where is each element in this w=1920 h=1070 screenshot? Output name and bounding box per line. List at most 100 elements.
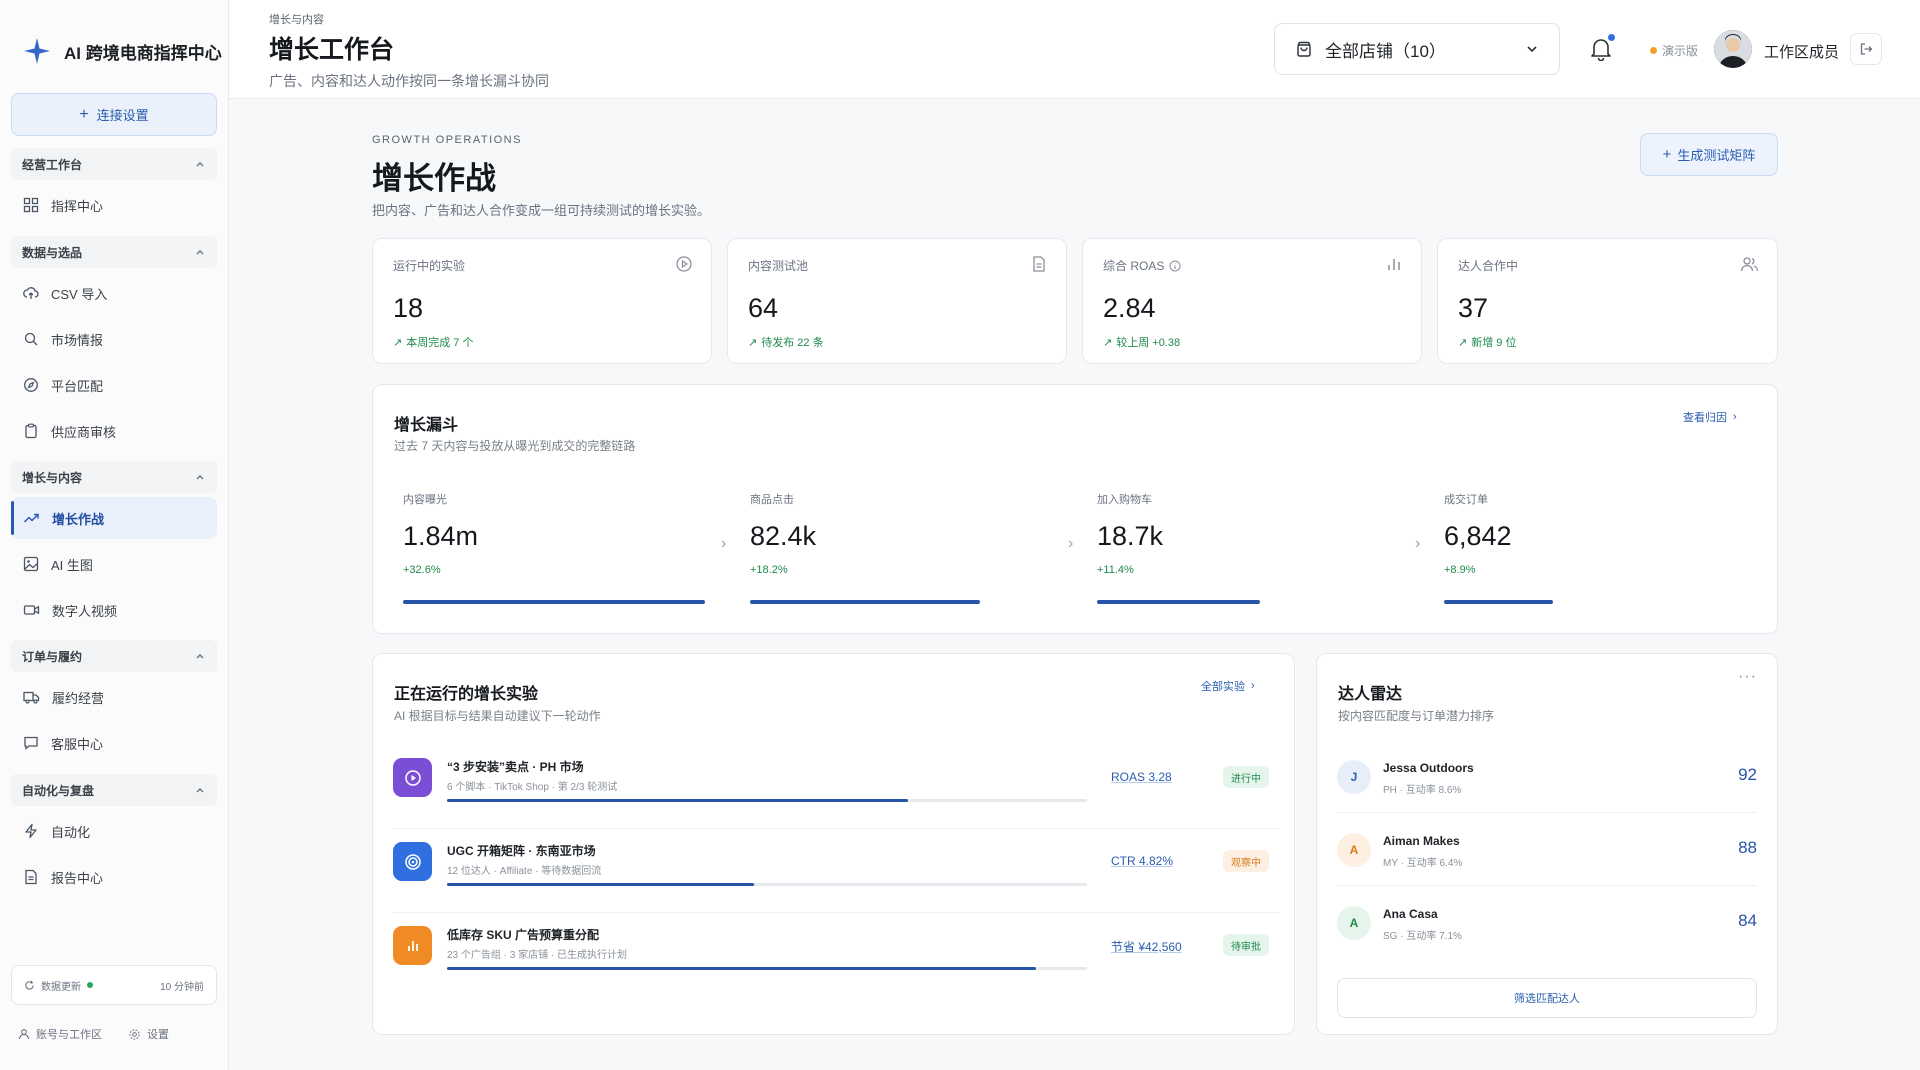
zap-icon	[25, 823, 37, 839]
radar-subtitle: 按内容匹配度与订单潜力排序	[1338, 709, 1495, 723]
funnel-step-label: 内容曝光	[403, 494, 447, 506]
sidebar-item-csv-import[interactable]: CSV 导入	[11, 272, 217, 314]
stat-delta-text: 新增 9 位	[1471, 337, 1517, 349]
file-icon	[25, 869, 37, 885]
sparkle-logo-icon	[24, 38, 50, 64]
brand[interactable]: AI 跨境电商指挥中心	[22, 36, 222, 66]
breadcrumb[interactable]: 增长与内容	[269, 11, 324, 27]
radar-title: 达人雷达	[1338, 686, 1403, 703]
filter-influencers-button[interactable]: 筛选匹配达人	[1337, 978, 1757, 1018]
stat-label: 内容测试池	[748, 259, 809, 273]
sidebar-item-market-intel[interactable]: 市场情报	[11, 318, 217, 360]
experiment-progress-track	[447, 799, 1087, 802]
plus-icon: +	[79, 105, 89, 123]
funnel-step-value: 82.4k	[750, 521, 817, 551]
all-experiments-link[interactable]: 全部实验 ›	[1201, 678, 1255, 694]
sidebar-item-command-center[interactable]: 指挥中心	[11, 184, 217, 226]
sidebar-item-supplier-review[interactable]: 供应商审核	[11, 410, 217, 452]
nav-section-growth[interactable]: 增长与内容	[11, 461, 217, 493]
experiment-bar-chart-icon	[393, 926, 432, 965]
sidebar-item-label: 数字人视频	[52, 603, 118, 619]
experiment-metric[interactable]: CTR 4.82%	[1111, 854, 1173, 868]
status-time: 10 分钟前	[160, 981, 204, 993]
chevron-up-icon	[196, 788, 204, 793]
arrow-up-right-icon: ↗	[748, 336, 758, 349]
chevron-up-icon	[196, 654, 204, 659]
experiment-row[interactable]: “3 步安装”卖点 · PH 市场 6 个脚本 · TikTok Shop · …	[393, 744, 1279, 828]
influencer-score: 84	[1738, 911, 1757, 930]
sidebar-item-avatar-video[interactable]: 数字人视频	[11, 589, 217, 631]
sidebar-item-label: 指挥中心	[51, 198, 104, 214]
view-attribution-label: 查看归因	[1683, 412, 1727, 424]
funnel-step-impressions[interactable]: 内容曝光 1.84m +32.6%	[403, 491, 478, 576]
experiment-target-icon	[393, 842, 432, 881]
influencer-row[interactable]: A Aiman Makes MY · 互动率 6.4% 88	[1337, 825, 1757, 875]
data-sync-status[interactable]: 数据更新 10 分钟前	[11, 965, 217, 1005]
user-name[interactable]: 工作区成员	[1764, 41, 1839, 62]
funnel-step-add-to-cart[interactable]: 加入购物车 18.7k +11.4%	[1097, 491, 1163, 576]
generate-test-matrix-button[interactable]: + 生成测试矩阵	[1640, 133, 1778, 176]
trending-up-icon	[23, 513, 39, 523]
funnel-step-label: 成交订单	[1444, 494, 1488, 506]
stat-card-influencers[interactable]: 达人合作中 37 ↗ 新增 9 位	[1437, 238, 1778, 364]
status-badge: 观察中	[1223, 850, 1269, 872]
arrow-up-right-icon: ↗	[1103, 336, 1113, 349]
settings-link[interactable]: 设置	[128, 1026, 169, 1042]
funnel-step-orders[interactable]: 成交订单 6,842 +8.9%	[1444, 491, 1512, 576]
sidebar-item-reports[interactable]: 报告中心	[11, 856, 217, 898]
influencer-meta: SG · 互动率 7.1%	[1383, 931, 1462, 942]
stat-delta-text: 本周完成 7 个	[406, 337, 474, 349]
sidebar-item-growth-ops[interactable]: 增长作战	[11, 497, 217, 539]
info-icon[interactable]	[1169, 260, 1181, 272]
sidebar-item-label: 增长作战	[52, 511, 105, 527]
sidebar-item-platform-match[interactable]: 平台匹配	[11, 364, 217, 406]
sidebar-item-label: 市场情报	[51, 332, 104, 348]
experiment-row[interactable]: UGC 开箱矩阵 · 东南亚市场 12 位达人 · Affiliate · 等待…	[393, 828, 1279, 912]
experiment-title: “3 步安装”卖点 · PH 市场	[447, 760, 584, 774]
stat-value: 37	[1458, 293, 1489, 323]
stat-value: 2.84	[1103, 293, 1156, 323]
influencer-row[interactable]: A Ana Casa SG · 互动率 7.1% 84	[1337, 898, 1757, 948]
user-avatar-icon	[1714, 30, 1752, 68]
logout-button[interactable]	[1850, 33, 1882, 65]
sidebar-item-ai-image[interactable]: AI 生图	[11, 543, 217, 585]
search-icon	[24, 332, 38, 346]
more-options-icon[interactable]: ···	[1738, 668, 1757, 686]
funnel-step-label: 加入购物车	[1097, 494, 1152, 506]
notifications-button[interactable]	[1589, 34, 1615, 66]
connect-settings-button[interactable]: + 连接设置	[11, 93, 217, 136]
stat-card-roas[interactable]: 综合 ROAS 2.84 ↗ 较上周 +0.38	[1082, 238, 1422, 364]
avatar[interactable]	[1714, 30, 1752, 68]
account-workspace-link[interactable]: 账号与工作区	[18, 1026, 102, 1042]
experiment-progress-track	[447, 883, 1087, 886]
view-attribution-link[interactable]: 查看归因 ›	[1683, 409, 1737, 425]
experiment-row[interactable]: 低库存 SKU 广告预算重分配 23 个广告组 · 3 家店铺 · 已生成执行计…	[393, 912, 1279, 996]
funnel-step-delta: +18.2%	[750, 564, 788, 576]
sidebar-item-fulfillment[interactable]: 履约经营	[11, 676, 217, 718]
nav-section-ops[interactable]: 经营工作台	[11, 148, 217, 180]
funnel-step-clicks[interactable]: 商品点击 82.4k +18.2%	[750, 491, 816, 576]
experiments-subtitle: AI 根据目标与结果自动建议下一轮动作	[394, 709, 601, 723]
nav-section-label: 数据与选品	[22, 245, 83, 260]
notification-dot	[1608, 34, 1615, 41]
funnel-step-value: 6,842	[1444, 521, 1512, 551]
nav-section-orders[interactable]: 订单与履约	[11, 640, 217, 672]
message-icon	[24, 736, 38, 750]
settings-label: 设置	[147, 1029, 169, 1041]
stat-card-running-experiments[interactable]: 运行中的实验 18 ↗ 本周完成 7 个	[372, 238, 712, 364]
sidebar-item-customer-service[interactable]: 客服中心	[11, 722, 217, 764]
demo-badge: 演示版	[1650, 42, 1698, 59]
nav-section-automation[interactable]: 自动化与复盘	[11, 774, 217, 806]
chevron-right-icon: ›	[1251, 680, 1255, 692]
stat-card-content-pool[interactable]: 内容测试池 64 ↗ 待发布 22 条	[727, 238, 1067, 364]
stat-label: 综合 ROAS	[1103, 257, 1181, 274]
experiment-metric[interactable]: ROAS 3.28	[1111, 770, 1172, 784]
experiments-title: 正在运行的增长实验	[394, 686, 539, 703]
funnel-step-value: 1.84m	[403, 521, 479, 551]
influencer-row[interactable]: J Jessa Outdoors PH · 互动率 8.6% 92	[1337, 752, 1757, 802]
store-select[interactable]: 全部店铺（10）	[1274, 23, 1560, 75]
experiment-metric[interactable]: 节省 ¥42,560	[1111, 938, 1182, 955]
nav-section-data[interactable]: 数据与选品	[11, 236, 217, 268]
funnel-bar-add-to-cart	[1097, 600, 1260, 604]
sidebar-item-automation[interactable]: 自动化	[11, 810, 217, 852]
